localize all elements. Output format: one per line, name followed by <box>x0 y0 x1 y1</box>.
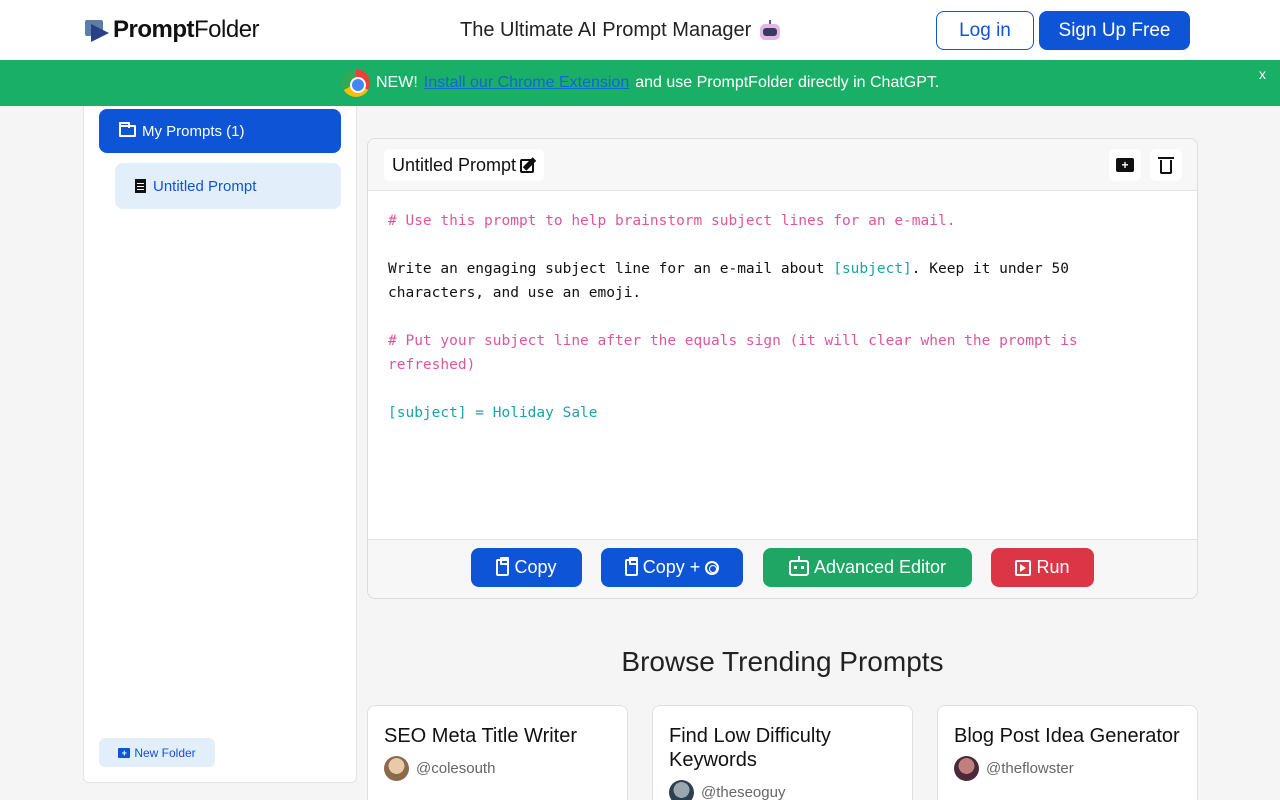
variable-token: [subject] <box>833 261 912 277</box>
prompt-title-text: Untitled Prompt <box>392 154 517 175</box>
banner-new-label: NEW! <box>376 74 418 91</box>
author-handle: @theflowster <box>986 760 1074 777</box>
tagline: The Ultimate AI Prompt Manager <box>460 19 781 42</box>
run-button[interactable]: Run <box>991 548 1094 587</box>
copy-plus-label: Copy + <box>642 557 701 577</box>
clipboard-icon <box>624 557 638 576</box>
trash-icon <box>1158 156 1174 174</box>
openai-icon <box>705 560 720 575</box>
avatar <box>384 756 409 781</box>
folder-plus-icon: + <box>1116 158 1134 172</box>
delete-button[interactable] <box>1150 149 1182 181</box>
run-label: Run <box>1036 557 1070 577</box>
avatar <box>669 780 694 800</box>
trending-card-author[interactable]: @theflowster <box>954 756 1074 781</box>
author-handle: @colesouth <box>416 760 496 777</box>
editor-header: Untitled Prompt + <box>368 139 1197 191</box>
chrome-extension-link[interactable]: Install our Chrome Extension <box>424 74 629 92</box>
robot-icon <box>788 555 809 576</box>
document-icon <box>135 179 146 193</box>
trending-card-author[interactable]: @colesouth <box>384 756 495 781</box>
editor-actions: Copy Copy + Advanced Editor Run <box>368 539 1197 598</box>
logo[interactable]: PromptFolder <box>85 16 260 44</box>
copy-label: Copy <box>514 557 557 577</box>
trending-card[interactable]: SEO Meta Title Writer @colesouth <box>367 705 628 800</box>
logo-text: PromptFolder <box>113 16 260 43</box>
logo-icon <box>85 18 109 42</box>
login-button[interactable]: Log in <box>936 11 1034 50</box>
prompt-text-editor[interactable]: # Use this prompt to help brainstorm sub… <box>388 209 1148 425</box>
trending-heading: Browse Trending Prompts <box>621 646 944 677</box>
chrome-icon <box>342 69 370 97</box>
trending-card[interactable]: Blog Post Idea Generator @theflowster <box>937 705 1198 800</box>
run-icon <box>1015 559 1032 576</box>
prompt-line: Write an engaging subject line for an e-… <box>388 261 1078 301</box>
announcement-banner: NEW! Install our Chrome Extension and us… <box>0 60 1280 106</box>
prompt-item-label: Untitled Prompt <box>153 177 257 195</box>
advanced-editor-button[interactable]: Advanced Editor <box>763 548 972 587</box>
comment-line: # Use this prompt to help brainstorm sub… <box>388 213 956 229</box>
trending-card-author[interactable]: @theseoguy <box>669 780 785 800</box>
sidebar: My Prompts (1) Untitled Prompt + New Fol… <box>83 106 357 783</box>
top-navbar: PromptFolder The Ultimate AI Prompt Mana… <box>0 0 1280 60</box>
edit-icon[interactable] <box>520 156 538 174</box>
robot-icon <box>759 19 781 42</box>
folder-my-prompts[interactable]: My Prompts (1) <box>99 109 341 153</box>
tagline-text: The Ultimate AI Prompt Manager <box>460 19 752 41</box>
folder-plus-icon: + <box>118 747 131 758</box>
trending-card-title: SEO Meta Title Writer <box>384 725 578 747</box>
copy-button[interactable]: Copy <box>471 548 582 587</box>
move-to-folder-button[interactable]: + <box>1109 149 1141 181</box>
new-folder-button[interactable]: + New Folder <box>99 738 215 767</box>
new-folder-label: New Folder <box>134 745 196 760</box>
folder-open-icon <box>119 122 136 137</box>
clipboard-icon <box>496 557 510 576</box>
trending-card[interactable]: Find Low Difficulty Keywords @theseoguy <box>652 705 913 800</box>
advanced-label: Advanced Editor <box>813 557 947 577</box>
comment-line: # Put your subject line after the equals… <box>388 333 1087 373</box>
sidebar-prompt-item[interactable]: Untitled Prompt <box>115 163 341 209</box>
signup-button[interactable]: Sign Up Free <box>1039 11 1190 50</box>
folder-label: My Prompts (1) <box>142 122 245 140</box>
author-handle: @theseoguy <box>701 784 786 800</box>
trending-card-title: Find Low Difficulty Keywords <box>669 725 831 771</box>
prompt-title[interactable]: Untitled Prompt <box>384 149 545 181</box>
copy-to-chatgpt-button[interactable]: Copy + <box>601 548 743 587</box>
prompt-editor-card: Untitled Prompt + # Use this prompt to h… <box>367 138 1198 599</box>
banner-close-button[interactable]: x <box>1259 66 1266 82</box>
variable-assignment-line: [subject] = Holiday Sale <box>388 405 598 421</box>
trending-card-title: Blog Post Idea Generator <box>954 725 1180 747</box>
avatar <box>954 756 979 781</box>
banner-text: and use PromptFolder directly in ChatGPT… <box>635 74 940 91</box>
